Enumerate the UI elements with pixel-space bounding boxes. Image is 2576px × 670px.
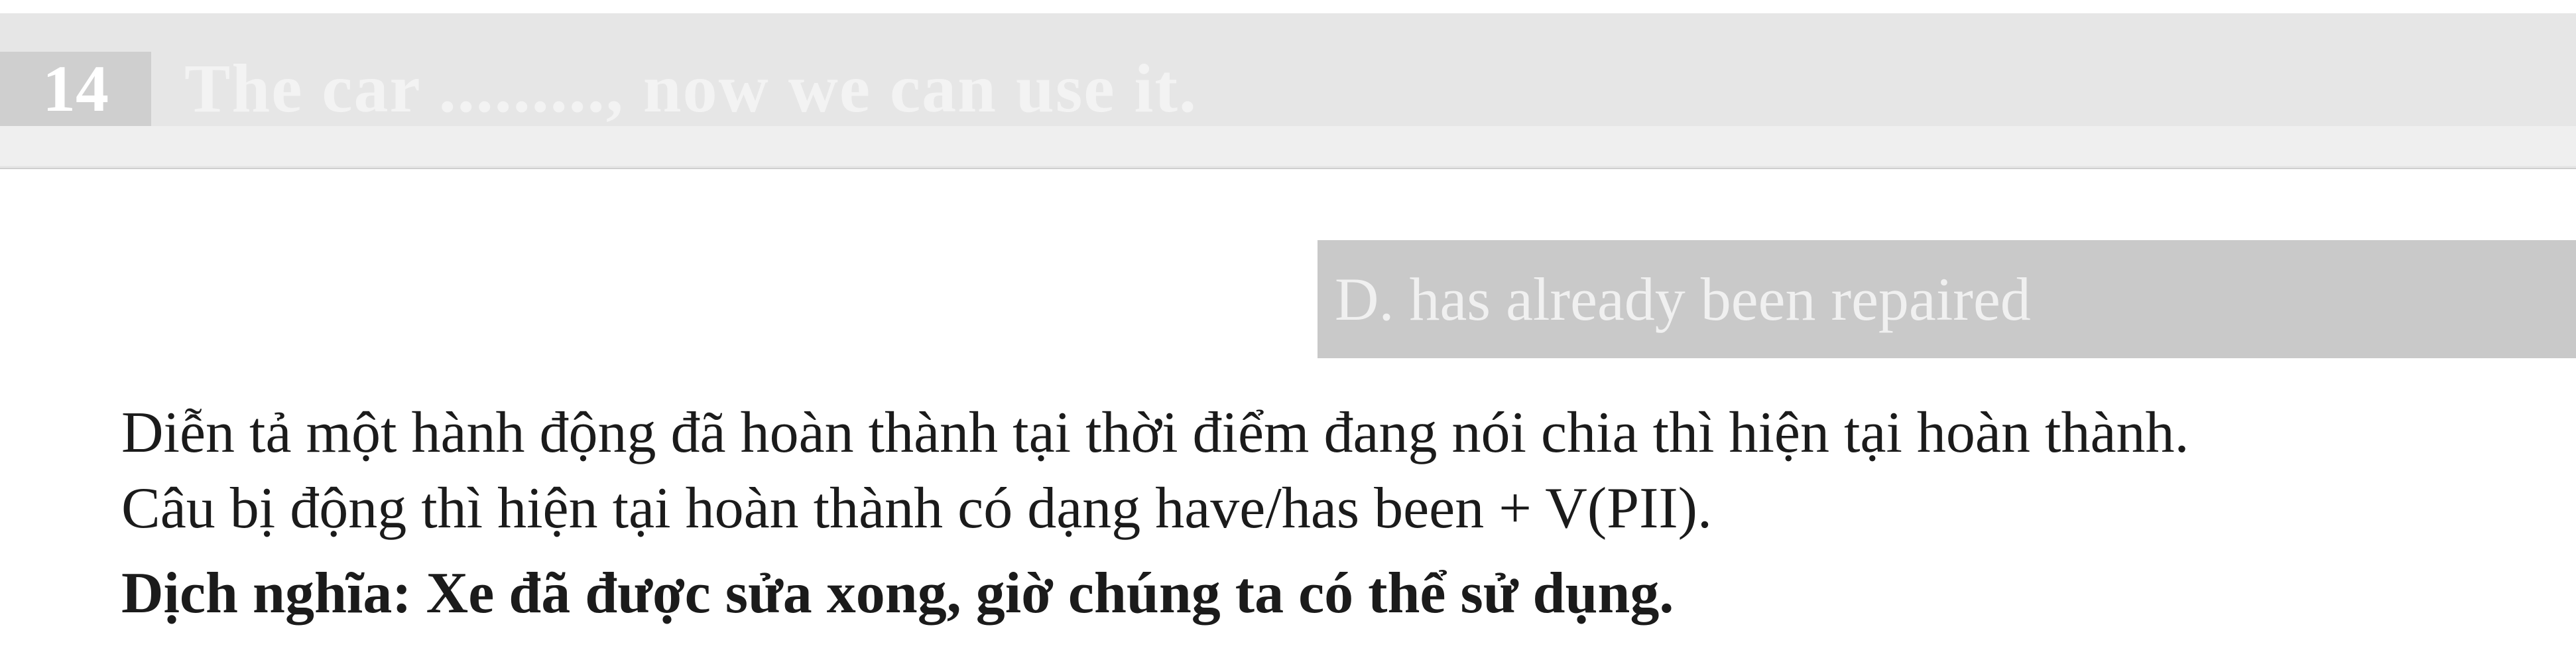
question-number: 14 xyxy=(0,52,151,126)
question-text: The car ........., now we can use it. xyxy=(184,50,1198,127)
explanation-line-2: Câu bị động thì hiện tại hoàn thành có d… xyxy=(121,476,1712,541)
answer-text: D. has already been repaired xyxy=(1335,265,2031,333)
answer-box: D. has already been repaired xyxy=(1318,240,2576,358)
question-band-lower xyxy=(0,126,2576,166)
translation-text: Dịch nghĩa: Xe đã được sửa xong, giờ chú… xyxy=(121,561,1674,626)
question-divider xyxy=(0,168,2576,169)
explanation-line-1: Diễn tả một hành động đã hoàn thành tại … xyxy=(121,401,2189,465)
